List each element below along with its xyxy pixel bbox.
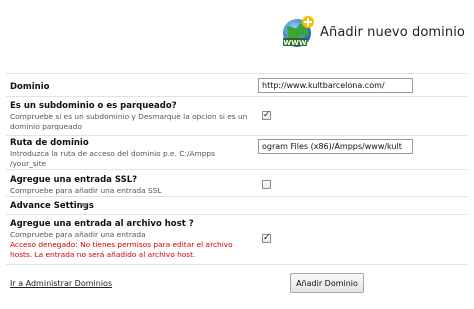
checkmark-icon: ✓ <box>263 110 271 120</box>
back-to-domains-link[interactable]: Ir a Administrar Dominios <box>10 279 112 288</box>
svg-text:WWW: WWW <box>283 39 306 47</box>
hosts-row: Agregue una entrada al archivo host ? Co… <box>10 219 250 260</box>
divider <box>6 169 468 170</box>
ssl-help: Compruebe para añadir una entrada SSL <box>10 186 162 195</box>
divider <box>6 264 468 265</box>
hosts-label: Agregue una entrada al archivo host ? <box>10 219 194 229</box>
hosts-help: Compruebe para añadir una entrada <box>10 230 146 239</box>
subdomain-help: Compruebe si es un subdominio y Desmarqu… <box>10 112 248 131</box>
path-input[interactable]: ogram Files (x86)/Ampps/www/kult <box>258 139 413 154</box>
chevron-down-icon[interactable] <box>80 203 88 208</box>
subdomain-row: Es un subdominio o es parqueado? Comprue… <box>10 101 250 132</box>
divider <box>6 135 468 136</box>
divider <box>6 96 468 97</box>
globe-www-add-icon: WWW <box>283 16 314 47</box>
ssl-checkbox[interactable] <box>262 180 271 189</box>
path-label: Ruta de dominio <box>10 138 89 148</box>
subdomain-checkbox[interactable]: ✓ <box>262 110 271 120</box>
hosts-checkbox[interactable]: ✓ <box>262 233 271 243</box>
path-help: Introduzca la ruta de acceso del dominio… <box>10 149 215 168</box>
page-title: Añadir nuevo dominio <box>320 25 465 40</box>
domain-input[interactable]: http://www.kultbarcelona.com/ <box>258 78 413 93</box>
divider <box>6 73 468 74</box>
subdomain-label: Es un subdominio o es parqueado? <box>10 101 177 111</box>
checkmark-icon: ✓ <box>263 233 271 243</box>
path-row: Ruta de dominio Introduzca la ruta de ac… <box>10 138 235 169</box>
ssl-label: Agregue una entrada SSL? <box>10 175 138 185</box>
divider <box>6 214 468 215</box>
divider <box>6 196 468 197</box>
ssl-row: Agregue una entrada SSL? Compruebe para … <box>10 175 250 196</box>
hosts-error-message: Acceso denegado: No tienes permisos para… <box>10 240 233 259</box>
add-domain-button[interactable]: Añadir Dominio <box>290 273 364 293</box>
